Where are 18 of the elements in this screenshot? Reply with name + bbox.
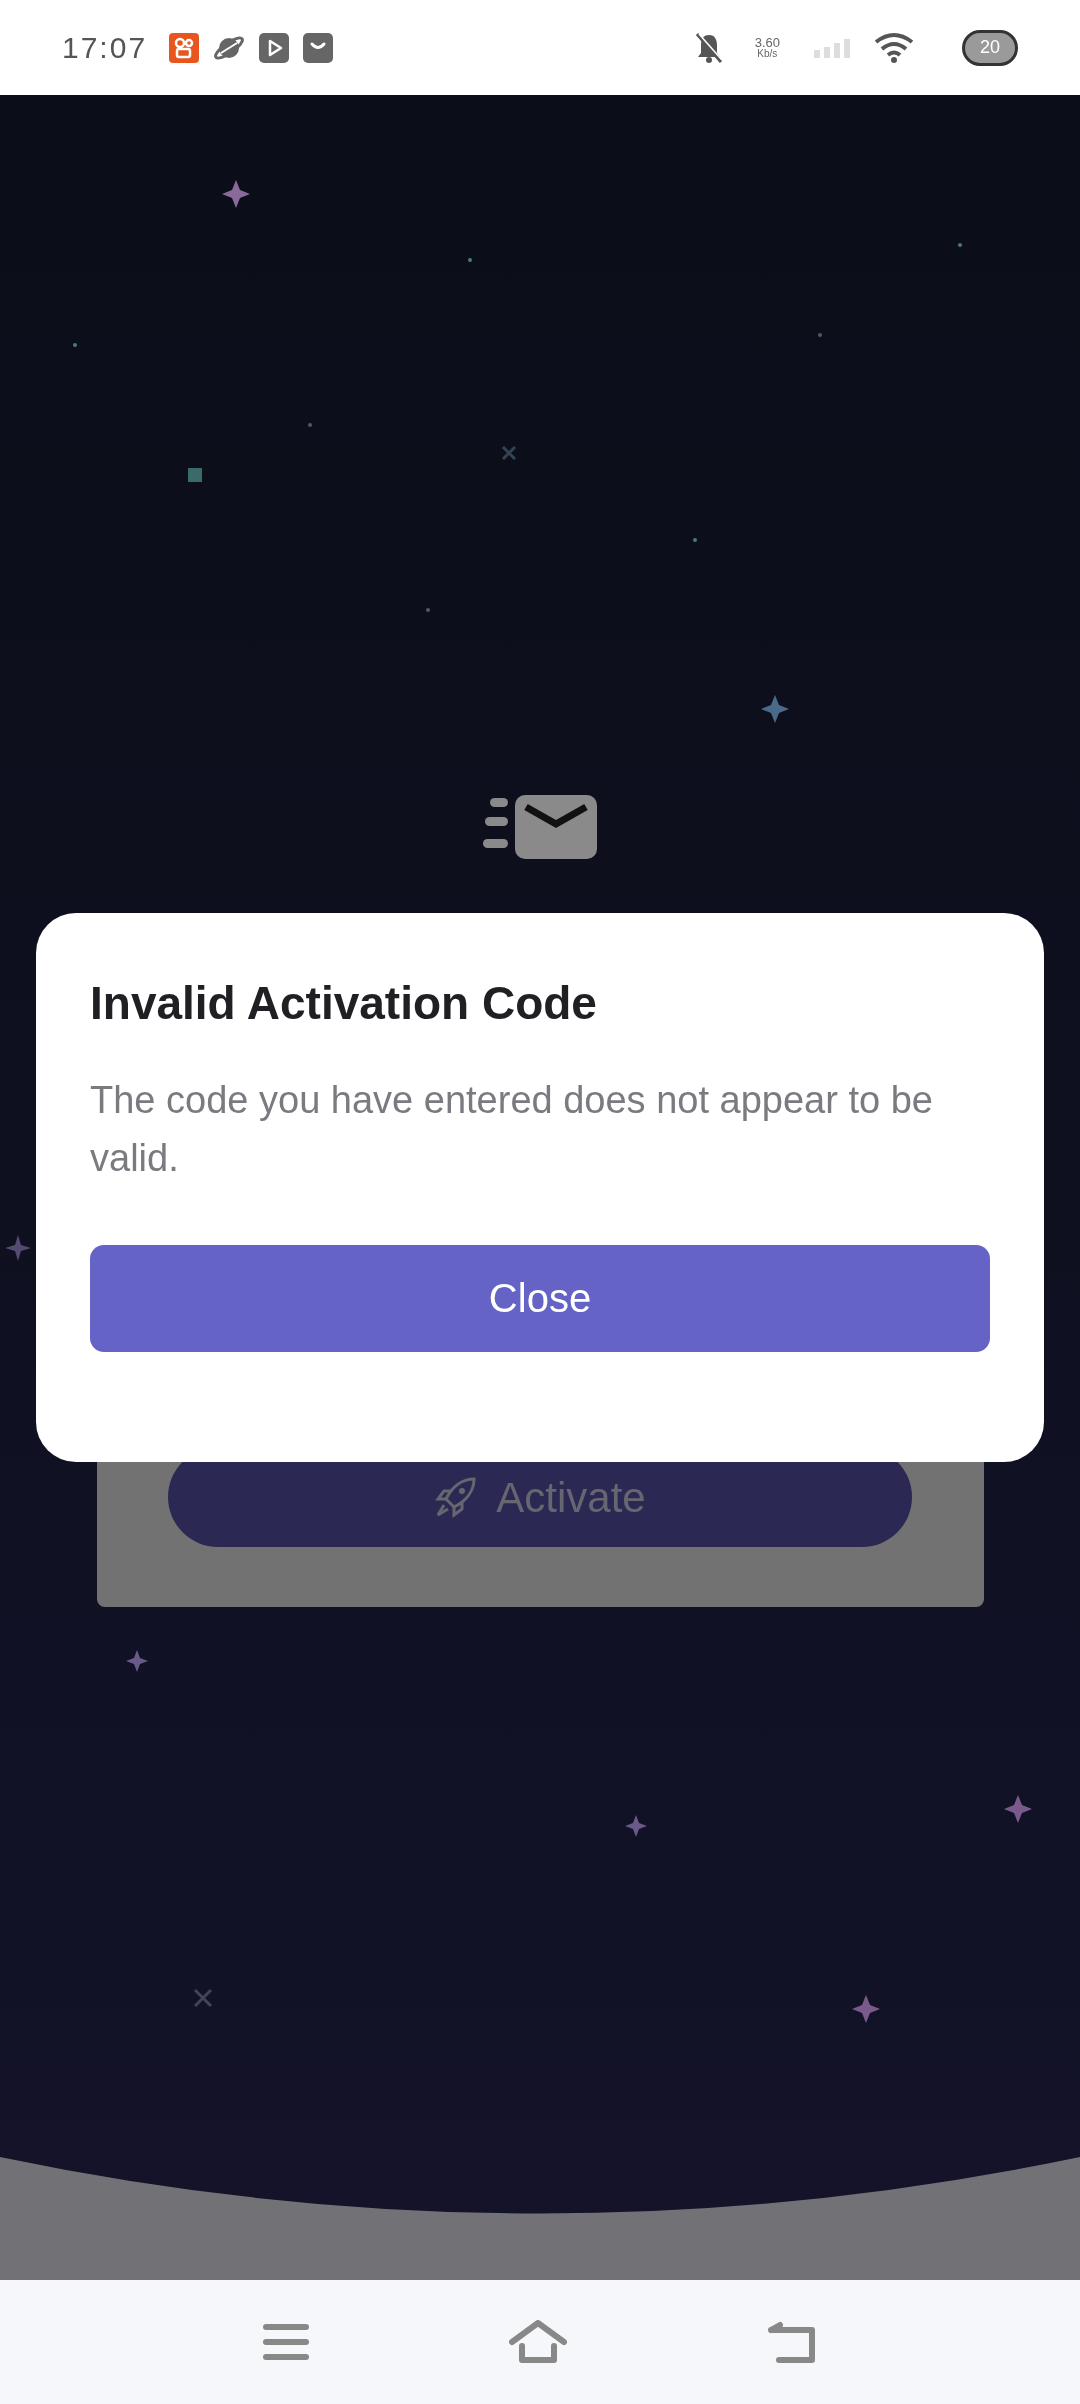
wifi-icon (874, 31, 914, 64)
menu-icon[interactable] (263, 2323, 309, 2361)
dialog-message: The code you have entered does not appear to be valid. (90, 1077, 934, 1181)
dialog-title: Invalid Activation Code (90, 976, 598, 1031)
muted-bell-icon (694, 31, 723, 64)
home-icon[interactable] (509, 2320, 567, 2364)
clock-time: 17:07 (62, 30, 148, 66)
close-button[interactable]: Close (90, 1244, 990, 1352)
network-speed-unit: Kb/s (757, 49, 778, 59)
network-speed: 3.60 (754, 36, 780, 49)
app-notification-icon (169, 32, 200, 63)
rocket-icon (434, 1475, 479, 1519)
battery-cloud: 20 (962, 29, 1018, 66)
signal-icon (814, 37, 850, 58)
mail-icon (483, 795, 597, 859)
mail-app-icon (303, 32, 334, 63)
back-icon[interactable] (767, 2320, 817, 2364)
play-icon (259, 32, 290, 63)
